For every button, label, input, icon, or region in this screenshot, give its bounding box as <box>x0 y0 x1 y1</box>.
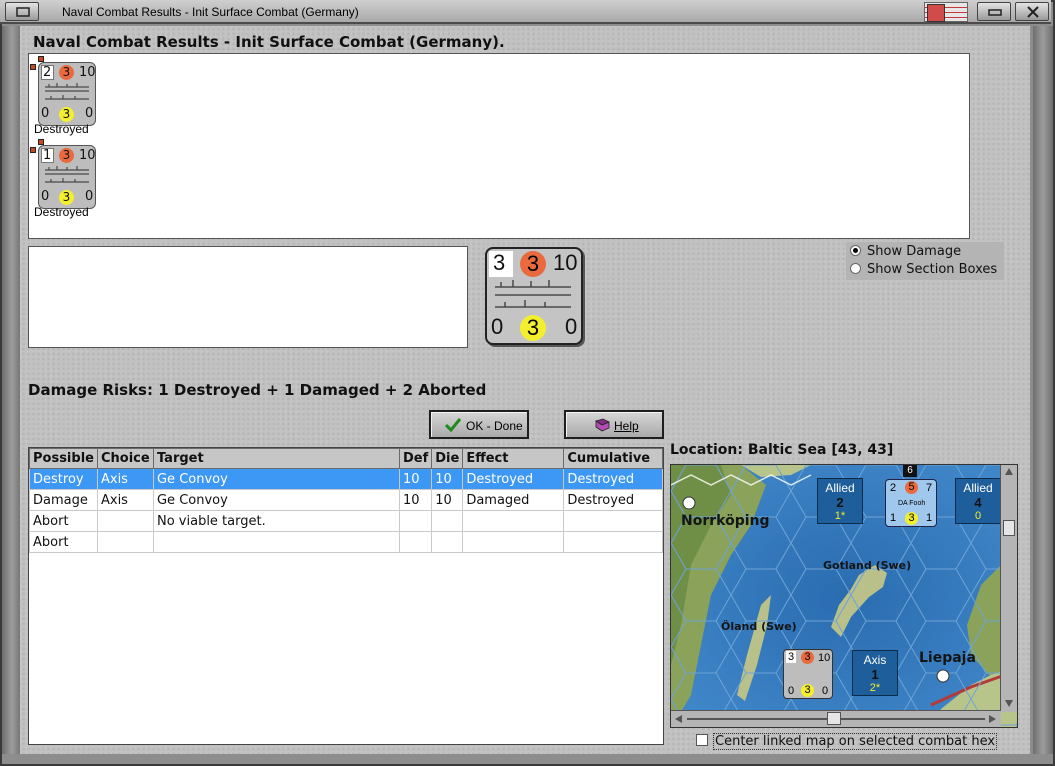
selected-unit-counter[interactable]: 3 3 10 0 3 0 <box>485 247 583 345</box>
left-value: 0 <box>41 189 50 204</box>
ship-silhouette-icon <box>45 166 89 183</box>
column-header-effect[interactable]: Effect <box>462 448 565 469</box>
column-header-def[interactable]: Def <box>398 448 433 469</box>
range-value: 10 <box>553 250 578 275</box>
damage-risks: Damage Risks: 1 Destroyed + 1 Damaged + … <box>28 381 487 399</box>
unit-index: 2 <box>43 65 52 80</box>
details-panel <box>28 246 468 348</box>
close-icon <box>1027 6 1039 18</box>
window-title: Naval Combat Results - Init Surface Comb… <box>62 5 359 19</box>
unit-counter-1[interactable]: 2 3 10 0 3 0 <box>38 62 96 126</box>
allied-naval-box[interactable]: Allied 4 0 <box>955 478 1001 524</box>
radio-button[interactable] <box>850 263 861 274</box>
map-label-liepaja: Liepaja <box>919 650 976 666</box>
unit-status: Destroyed <box>34 205 89 219</box>
table-row[interactable]: Abort <box>29 531 663 553</box>
table-row[interactable]: Destroy Axis Ge Convoy 10 10 Destroyed D… <box>29 468 663 490</box>
unit-marker-icon <box>30 64 36 70</box>
axis-unit-counter[interactable]: 3 3 10 0 3 0 <box>783 649 833 699</box>
radio-button[interactable] <box>850 245 861 256</box>
show-section-boxes-option[interactable]: Show Section Boxes <box>850 262 997 277</box>
range-value: 10 <box>79 148 96 163</box>
linked-map[interactable]: Norrköping Gotland (Swe) Öland (Swe) Lie… <box>670 464 1018 728</box>
scroll-left-icon[interactable] <box>674 714 684 724</box>
help-button[interactable]: Help <box>564 410 664 439</box>
minimize-icon <box>988 9 1002 16</box>
national-flag-icon <box>924 2 968 22</box>
right-frame-rail <box>1033 26 1053 754</box>
close-button[interactable] <box>1015 2 1049 21</box>
scroll-down-icon[interactable] <box>1004 698 1014 708</box>
attack-value: 3 <box>59 148 74 163</box>
map-label-norrkoping: Norrköping <box>681 513 770 529</box>
show-damage-option[interactable]: Show Damage <box>850 244 961 259</box>
display-options: Show Damage Show Section Boxes <box>846 242 1004 280</box>
column-header-choice[interactable]: Choice <box>96 448 154 469</box>
ship-silhouette-icon <box>45 83 89 100</box>
map-label-gotland: Gotland (Swe) <box>823 559 912 572</box>
allied-naval-box[interactable]: Allied 2 1* <box>817 478 863 524</box>
restore-icon <box>16 7 30 17</box>
attack-value: 3 <box>520 251 546 277</box>
column-header-cumulative[interactable]: Cumulative <box>563 448 663 469</box>
map-vertical-scrollbar[interactable] <box>1000 465 1017 712</box>
column-header-possible[interactable]: Possible <box>29 448 98 469</box>
unit-index: 1 <box>43 148 52 163</box>
restore-button[interactable] <box>5 2 39 21</box>
scroll-right-icon[interactable] <box>987 714 997 724</box>
column-header-target[interactable]: Target <box>152 448 400 469</box>
unit-counter-2[interactable]: 1 3 10 0 3 0 <box>38 145 96 209</box>
stack-count-badge: 6 <box>903 465 917 477</box>
axis-naval-box[interactable]: Axis 1 2* <box>852 650 898 696</box>
combat-results-table: Possible Choice Target Def Die Effect Cu… <box>28 447 664 745</box>
defense-value: 3 <box>59 190 74 205</box>
left-value: 0 <box>491 314 504 339</box>
unit-index: 3 <box>493 250 506 275</box>
ship-silhouette-icon <box>495 280 571 308</box>
right-value: 0 <box>565 314 578 339</box>
center-map-checkbox[interactable]: Center linked map on selected combat hex <box>696 733 998 750</box>
dialog-heading: Naval Combat Results - Init Surface Comb… <box>33 33 505 51</box>
allied-unit-counter[interactable]: 2 5 7 DA Fooh 1 3 1 <box>885 479 937 527</box>
defense-value: 3 <box>520 315 546 341</box>
map-horizontal-scrollbar[interactable] <box>671 710 1001 727</box>
table-row[interactable]: Abort No viable target. <box>29 510 663 532</box>
checkmark-icon <box>445 418 461 432</box>
unit-marker-icon <box>30 147 36 153</box>
range-value: 10 <box>79 65 96 80</box>
title-bar[interactable]: Naval Combat Results - Init Surface Comb… <box>0 0 1051 24</box>
minimize-button[interactable] <box>977 2 1011 21</box>
attack-value: 3 <box>59 65 74 80</box>
left-frame-rail <box>2 26 22 754</box>
unit-status: Destroyed <box>34 122 89 136</box>
location-label: Location: Baltic Sea [43, 43] <box>670 442 894 458</box>
scroll-thumb[interactable] <box>1003 520 1015 536</box>
map-label-oland: Öland (Swe) <box>721 620 797 633</box>
checkbox[interactable] <box>696 734 708 746</box>
right-value: 0 <box>85 189 94 204</box>
table-header-row: Possible Choice Target Def Die Effect Cu… <box>29 448 663 469</box>
left-value: 0 <box>41 106 50 121</box>
column-header-die[interactable]: Die <box>431 448 464 469</box>
defense-value: 3 <box>59 107 74 122</box>
results-panel <box>28 53 970 239</box>
scroll-thumb[interactable] <box>827 712 841 725</box>
table-row[interactable]: Damage Axis Ge Convoy 10 10 Damaged Dest… <box>29 489 663 511</box>
book-icon <box>595 418 610 432</box>
scroll-up-icon[interactable] <box>1004 467 1014 477</box>
right-value: 0 <box>85 106 94 121</box>
ok-done-button[interactable]: OK - Done <box>429 410 529 439</box>
